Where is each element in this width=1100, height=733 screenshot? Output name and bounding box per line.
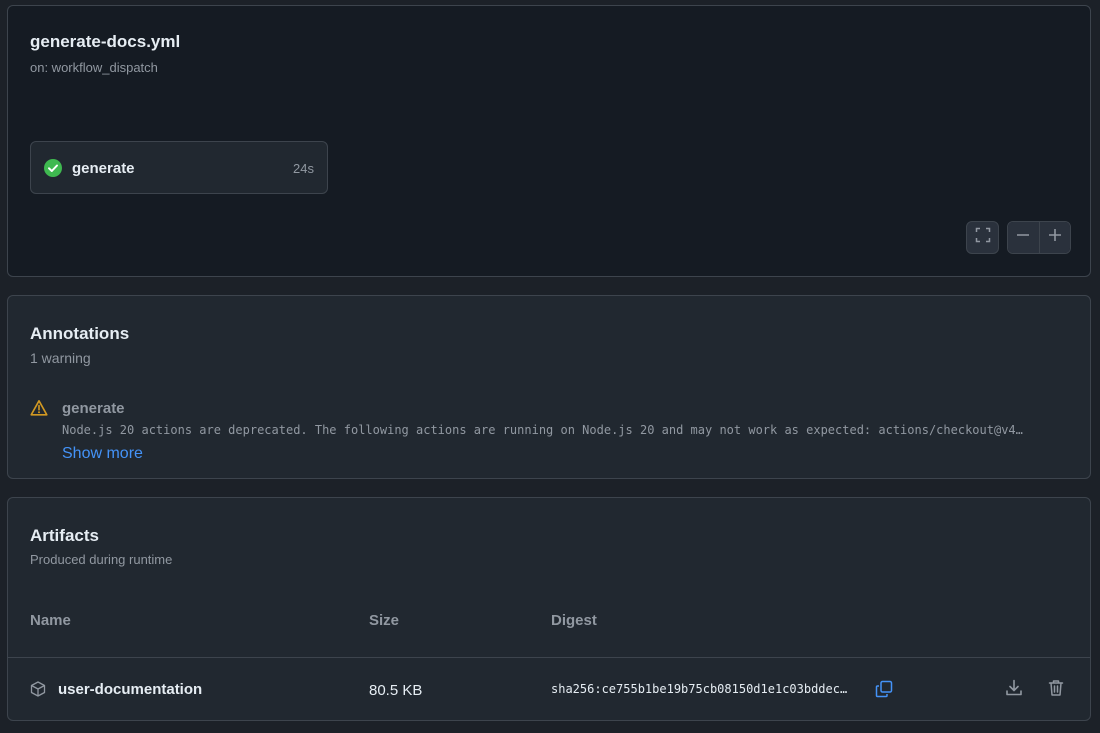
- job-generate[interactable]: generate 24s: [30, 141, 328, 194]
- annotations-count: 1 warning: [30, 350, 91, 366]
- annotations-title: Annotations: [30, 324, 130, 343]
- annotation-job-name: generate: [62, 400, 125, 417]
- zoom-out-button[interactable]: [1008, 222, 1039, 253]
- fullscreen-icon: [975, 227, 991, 248]
- workflow-graph-card: generate-docs.yml on: workflow_dispatch …: [7, 5, 1091, 277]
- zoom-controls: [1007, 221, 1071, 254]
- download-icon[interactable]: [1004, 678, 1024, 698]
- zoom-in-button[interactable]: [1038, 222, 1070, 253]
- workflow-trigger: on: workflow_dispatch: [30, 60, 158, 75]
- job-duration: 24s: [293, 161, 314, 176]
- annotations-card: Annotations 1 warning generate Node.js 2…: [7, 295, 1091, 479]
- artifact-name-link[interactable]: user-documentation: [58, 681, 202, 698]
- alert-icon: [30, 399, 48, 417]
- artifacts-title: Artifacts: [30, 526, 99, 545]
- trash-icon[interactable]: [1046, 678, 1066, 698]
- artifact-size: 80.5 KB: [369, 682, 423, 699]
- column-header-size: Size: [369, 612, 400, 629]
- job-name: generate: [72, 160, 135, 177]
- column-header-digest: Digest: [551, 612, 597, 629]
- zoom-in-icon: [1048, 228, 1062, 247]
- artifacts-card: Artifacts Produced during runtime Name S…: [7, 497, 1091, 721]
- package-icon: [30, 681, 46, 697]
- check-circle-icon: [44, 159, 62, 177]
- artifact-digest: sha256:ce755b1be19b75cb08150d1e1c03bddec…: [551, 682, 848, 696]
- column-header-name: Name: [30, 612, 71, 629]
- workflow-title[interactable]: generate-docs.yml: [30, 32, 180, 52]
- annotation-message: Node.js 20 actions are deprecated. The f…: [62, 423, 1023, 437]
- artifacts-subtitle: Produced during runtime: [30, 552, 173, 567]
- show-more-link[interactable]: Show more: [62, 445, 143, 463]
- zoom-out-icon: [1016, 228, 1030, 247]
- fullscreen-button[interactable]: [966, 221, 999, 254]
- table-row: user-documentation 80.5 KB sha256:ce755b…: [8, 658, 1090, 720]
- copy-icon[interactable]: [874, 679, 894, 699]
